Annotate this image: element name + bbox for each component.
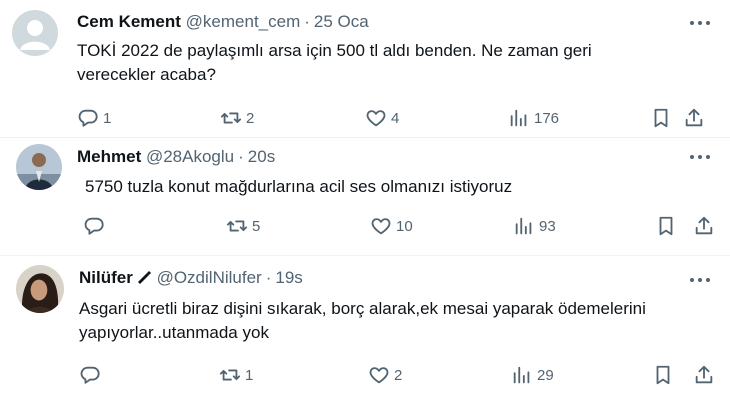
display-name[interactable]: Nilüfer xyxy=(79,268,133,287)
bookmark-button[interactable] xyxy=(650,106,672,130)
view-count: 29 xyxy=(537,366,554,384)
views-chart-icon xyxy=(515,217,532,235)
more-options-icon[interactable] xyxy=(688,275,712,285)
tweet-header: Mehmet @28Akoglu · 20s xyxy=(77,147,275,167)
repost-button[interactable]: 5 xyxy=(226,214,260,238)
tweet-text-line: yapıyorlar..utanmada yok xyxy=(79,323,269,342)
views-chart-icon xyxy=(513,366,530,384)
action-bar: 5 10 93 xyxy=(83,214,723,238)
display-name[interactable]: Mehmet xyxy=(77,147,141,166)
photo-avatar-man-icon xyxy=(16,144,62,190)
repost-count: 1 xyxy=(245,366,254,384)
share-button[interactable] xyxy=(683,106,705,130)
heart-icon xyxy=(366,110,386,127)
view-count: 93 xyxy=(539,217,556,235)
user-handle[interactable]: @28Akoglu xyxy=(146,147,234,166)
more-options-icon[interactable] xyxy=(688,18,712,28)
views-button[interactable]: 29 xyxy=(511,363,554,387)
reply-button[interactable] xyxy=(79,363,105,387)
like-button[interactable]: 10 xyxy=(370,214,413,238)
separator-dot: · xyxy=(265,268,272,287)
action-bar: 1 2 4 176 xyxy=(77,106,717,130)
bookmark-icon xyxy=(659,216,673,236)
bookmark-button[interactable] xyxy=(652,363,674,387)
tweet-header: Nilüfer @OzdilNilufer · 19s xyxy=(79,268,303,288)
tweet-text: TOKİ 2022 de paylaşımlı arsa için 500 tl… xyxy=(77,39,592,87)
share-icon xyxy=(685,108,703,127)
repost-count: 2 xyxy=(246,109,255,127)
tweet-text: Asgari ücretli biraz dişini sıkarak, bor… xyxy=(79,297,646,345)
repost-icon xyxy=(220,112,242,124)
separator-dot: · xyxy=(238,147,244,166)
heart-icon xyxy=(369,367,389,384)
more-options-icon[interactable] xyxy=(688,152,712,162)
like-button[interactable]: 4 xyxy=(365,106,399,130)
user-handle[interactable]: @kement_cem xyxy=(186,12,301,31)
like-count: 4 xyxy=(391,109,400,127)
tweet-text-line: 5750 tuzla konut mağdurlarına acil ses o… xyxy=(85,177,513,196)
separator-dot: · xyxy=(304,12,310,31)
reply-icon xyxy=(84,217,104,235)
heart-icon xyxy=(371,218,391,235)
user-handle[interactable]: @OzdilNilufer xyxy=(157,268,262,287)
display-name[interactable]: Cem Kement xyxy=(77,12,181,31)
views-button[interactable]: 176 xyxy=(508,106,559,130)
view-count: 176 xyxy=(534,109,560,127)
avatar[interactable] xyxy=(12,10,58,56)
views-button[interactable]: 93 xyxy=(513,214,556,238)
tweet-text-line: TOKİ 2022 de paylaşımlı arsa için 500 tl… xyxy=(77,41,592,60)
share-button[interactable] xyxy=(693,214,715,238)
avatar[interactable] xyxy=(16,265,64,313)
reply-icon xyxy=(78,109,98,127)
tweet-text-line: Asgari ücretli biraz dişini sıkarak, bor… xyxy=(79,299,646,318)
like-count: 10 xyxy=(396,217,413,235)
share-icon xyxy=(695,216,713,235)
timestamp[interactable]: 19s xyxy=(275,268,302,287)
bookmark-icon xyxy=(654,108,668,128)
tweet[interactable]: Mehmet @28Akoglu · 20s 5750 tuzla konut ma… xyxy=(0,138,730,256)
tweet-header: Cem Kement @kement_cem · 25 Oca xyxy=(77,12,369,32)
reply-icon xyxy=(80,366,100,384)
share-button[interactable] xyxy=(693,363,715,387)
repost-icon xyxy=(226,220,248,232)
photo-avatar-woman-icon xyxy=(16,265,64,313)
like-count: 2 xyxy=(394,366,403,384)
tweet-text: 5750 tuzla konut mağdurlarına acil ses o… xyxy=(85,175,512,199)
timestamp[interactable]: 20s xyxy=(248,147,275,166)
tweet[interactable]: Cem Kement @kement_cem · 25 Oca TOKİ 2022 … xyxy=(0,0,730,138)
repost-icon xyxy=(219,369,241,381)
bookmark-icon xyxy=(656,365,670,385)
share-icon xyxy=(695,365,713,384)
pen-icon xyxy=(137,271,151,284)
reply-count: 1 xyxy=(103,109,112,127)
views-chart-icon xyxy=(510,109,527,127)
repost-count: 5 xyxy=(252,217,261,235)
timestamp[interactable]: 25 Oca xyxy=(314,12,369,31)
tweet-text-line: verecekler acaba? xyxy=(77,65,216,84)
repost-button[interactable]: 1 xyxy=(219,363,253,387)
action-bar: 1 2 29 xyxy=(79,363,719,387)
default-avatar-icon xyxy=(12,10,58,56)
reply-button[interactable] xyxy=(83,214,109,238)
repost-button[interactable]: 2 xyxy=(220,106,254,130)
reply-button[interactable]: 1 xyxy=(77,106,111,130)
avatar[interactable] xyxy=(16,144,62,190)
tweet[interactable]: Nilüfer @OzdilNilufer · 19s Asgari ücretli… xyxy=(0,256,730,420)
bookmark-button[interactable] xyxy=(655,214,677,238)
like-button[interactable]: 2 xyxy=(368,363,402,387)
